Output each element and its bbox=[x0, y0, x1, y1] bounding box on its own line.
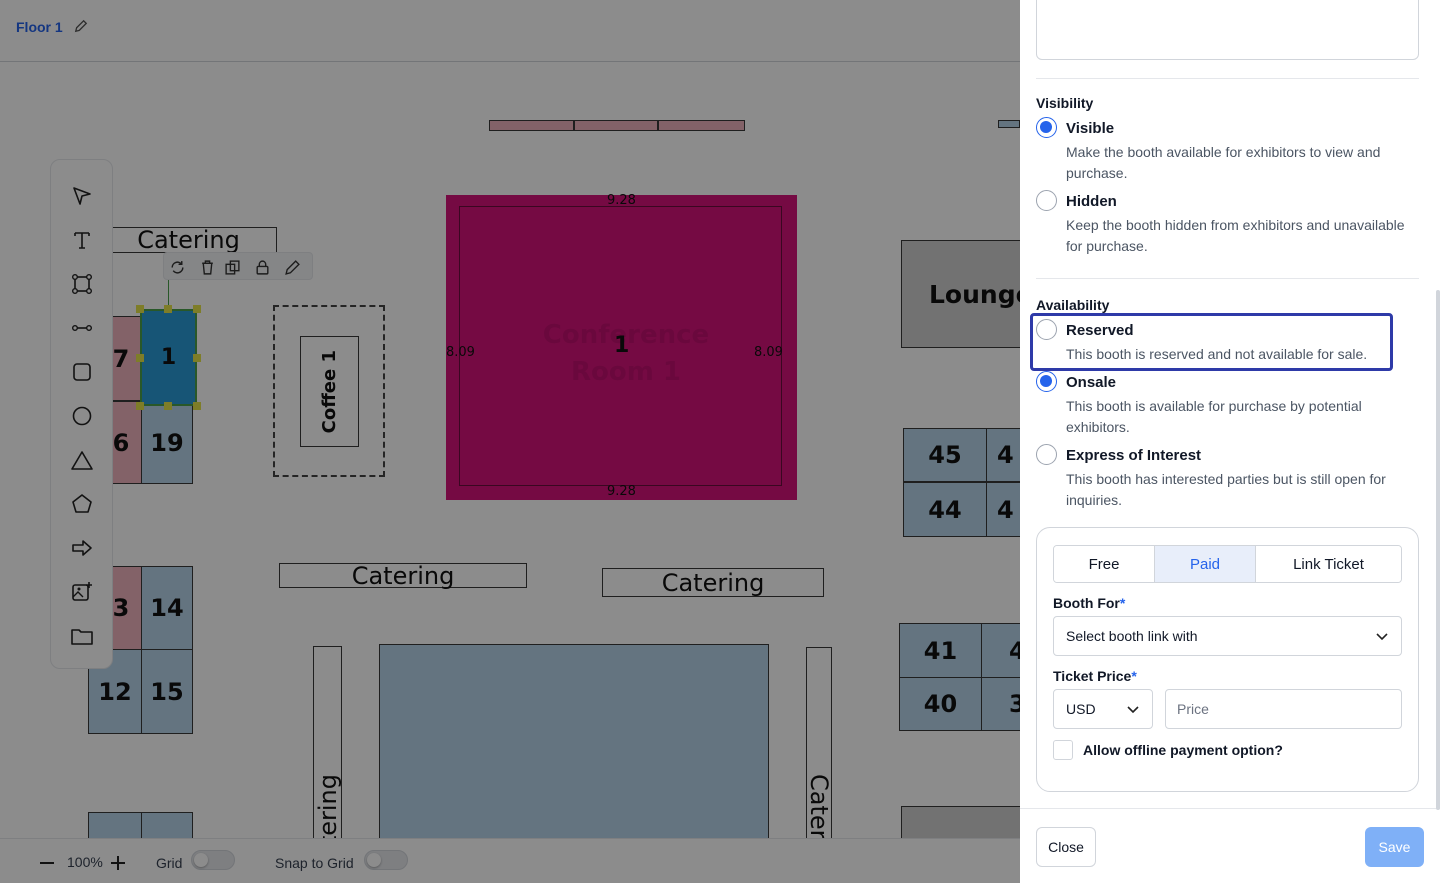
hidden-description: Keep the booth hidden from exhibitors an… bbox=[1066, 217, 1405, 254]
reserved-label: Reserved bbox=[1066, 322, 1134, 339]
modal-backdrop[interactable] bbox=[0, 0, 1020, 883]
visible-description: Make the booth available for exhibitors … bbox=[1066, 144, 1381, 181]
panel-scrollbar[interactable] bbox=[1436, 290, 1440, 810]
onsale-description: This booth is available for purchase by … bbox=[1066, 398, 1362, 435]
save-button[interactable]: Save bbox=[1365, 827, 1424, 867]
price-input[interactable] bbox=[1165, 689, 1402, 729]
booth-for-label: Booth For* bbox=[1053, 595, 1126, 611]
description-textarea[interactable] bbox=[1036, 0, 1419, 60]
offline-payment-label: Allow offline payment option? bbox=[1083, 742, 1283, 758]
offline-payment-checkbox[interactable] bbox=[1053, 740, 1073, 760]
hidden-radio[interactable] bbox=[1036, 190, 1057, 211]
tab-paid[interactable]: Paid bbox=[1155, 546, 1256, 582]
visibility-title: Visibility bbox=[1036, 95, 1094, 111]
express-of-interest-label: Express of Interest bbox=[1066, 447, 1202, 464]
booth-for-value: Select booth link with bbox=[1066, 628, 1198, 644]
currency-select[interactable]: USD bbox=[1053, 689, 1153, 729]
currency-value: USD bbox=[1066, 701, 1096, 717]
pricing-card: Free Paid Link Ticket Booth For* Select … bbox=[1036, 527, 1419, 792]
visible-radio[interactable] bbox=[1036, 117, 1057, 138]
ticket-price-label: Ticket Price* bbox=[1053, 668, 1137, 684]
pricing-tabs: Free Paid Link Ticket bbox=[1053, 545, 1402, 583]
chevron-down-icon bbox=[1127, 706, 1139, 714]
visible-label: Visible bbox=[1066, 120, 1115, 137]
onsale-label: Onsale bbox=[1066, 374, 1117, 391]
close-button[interactable]: Close bbox=[1036, 827, 1096, 867]
panel-footer: Close Save bbox=[1020, 808, 1440, 883]
divider bbox=[1036, 78, 1419, 79]
onsale-radio[interactable] bbox=[1036, 371, 1057, 392]
tab-link-ticket[interactable]: Link Ticket bbox=[1256, 546, 1401, 582]
hidden-label: Hidden bbox=[1066, 193, 1117, 210]
express-of-interest-radio[interactable] bbox=[1036, 444, 1057, 465]
booth-settings-panel: Visibility Visible Make the booth availa… bbox=[1020, 0, 1440, 883]
chevron-down-icon bbox=[1376, 633, 1388, 641]
express-of-interest-description: This booth has interested parties but is… bbox=[1066, 471, 1386, 508]
reserved-radio[interactable] bbox=[1036, 319, 1057, 340]
reserved-description: This booth is reserved and not available… bbox=[1066, 346, 1368, 362]
availability-title: Availability bbox=[1036, 297, 1110, 313]
divider bbox=[1036, 278, 1419, 279]
booth-for-select[interactable]: Select booth link with bbox=[1053, 616, 1402, 656]
tab-free[interactable]: Free bbox=[1054, 546, 1155, 582]
